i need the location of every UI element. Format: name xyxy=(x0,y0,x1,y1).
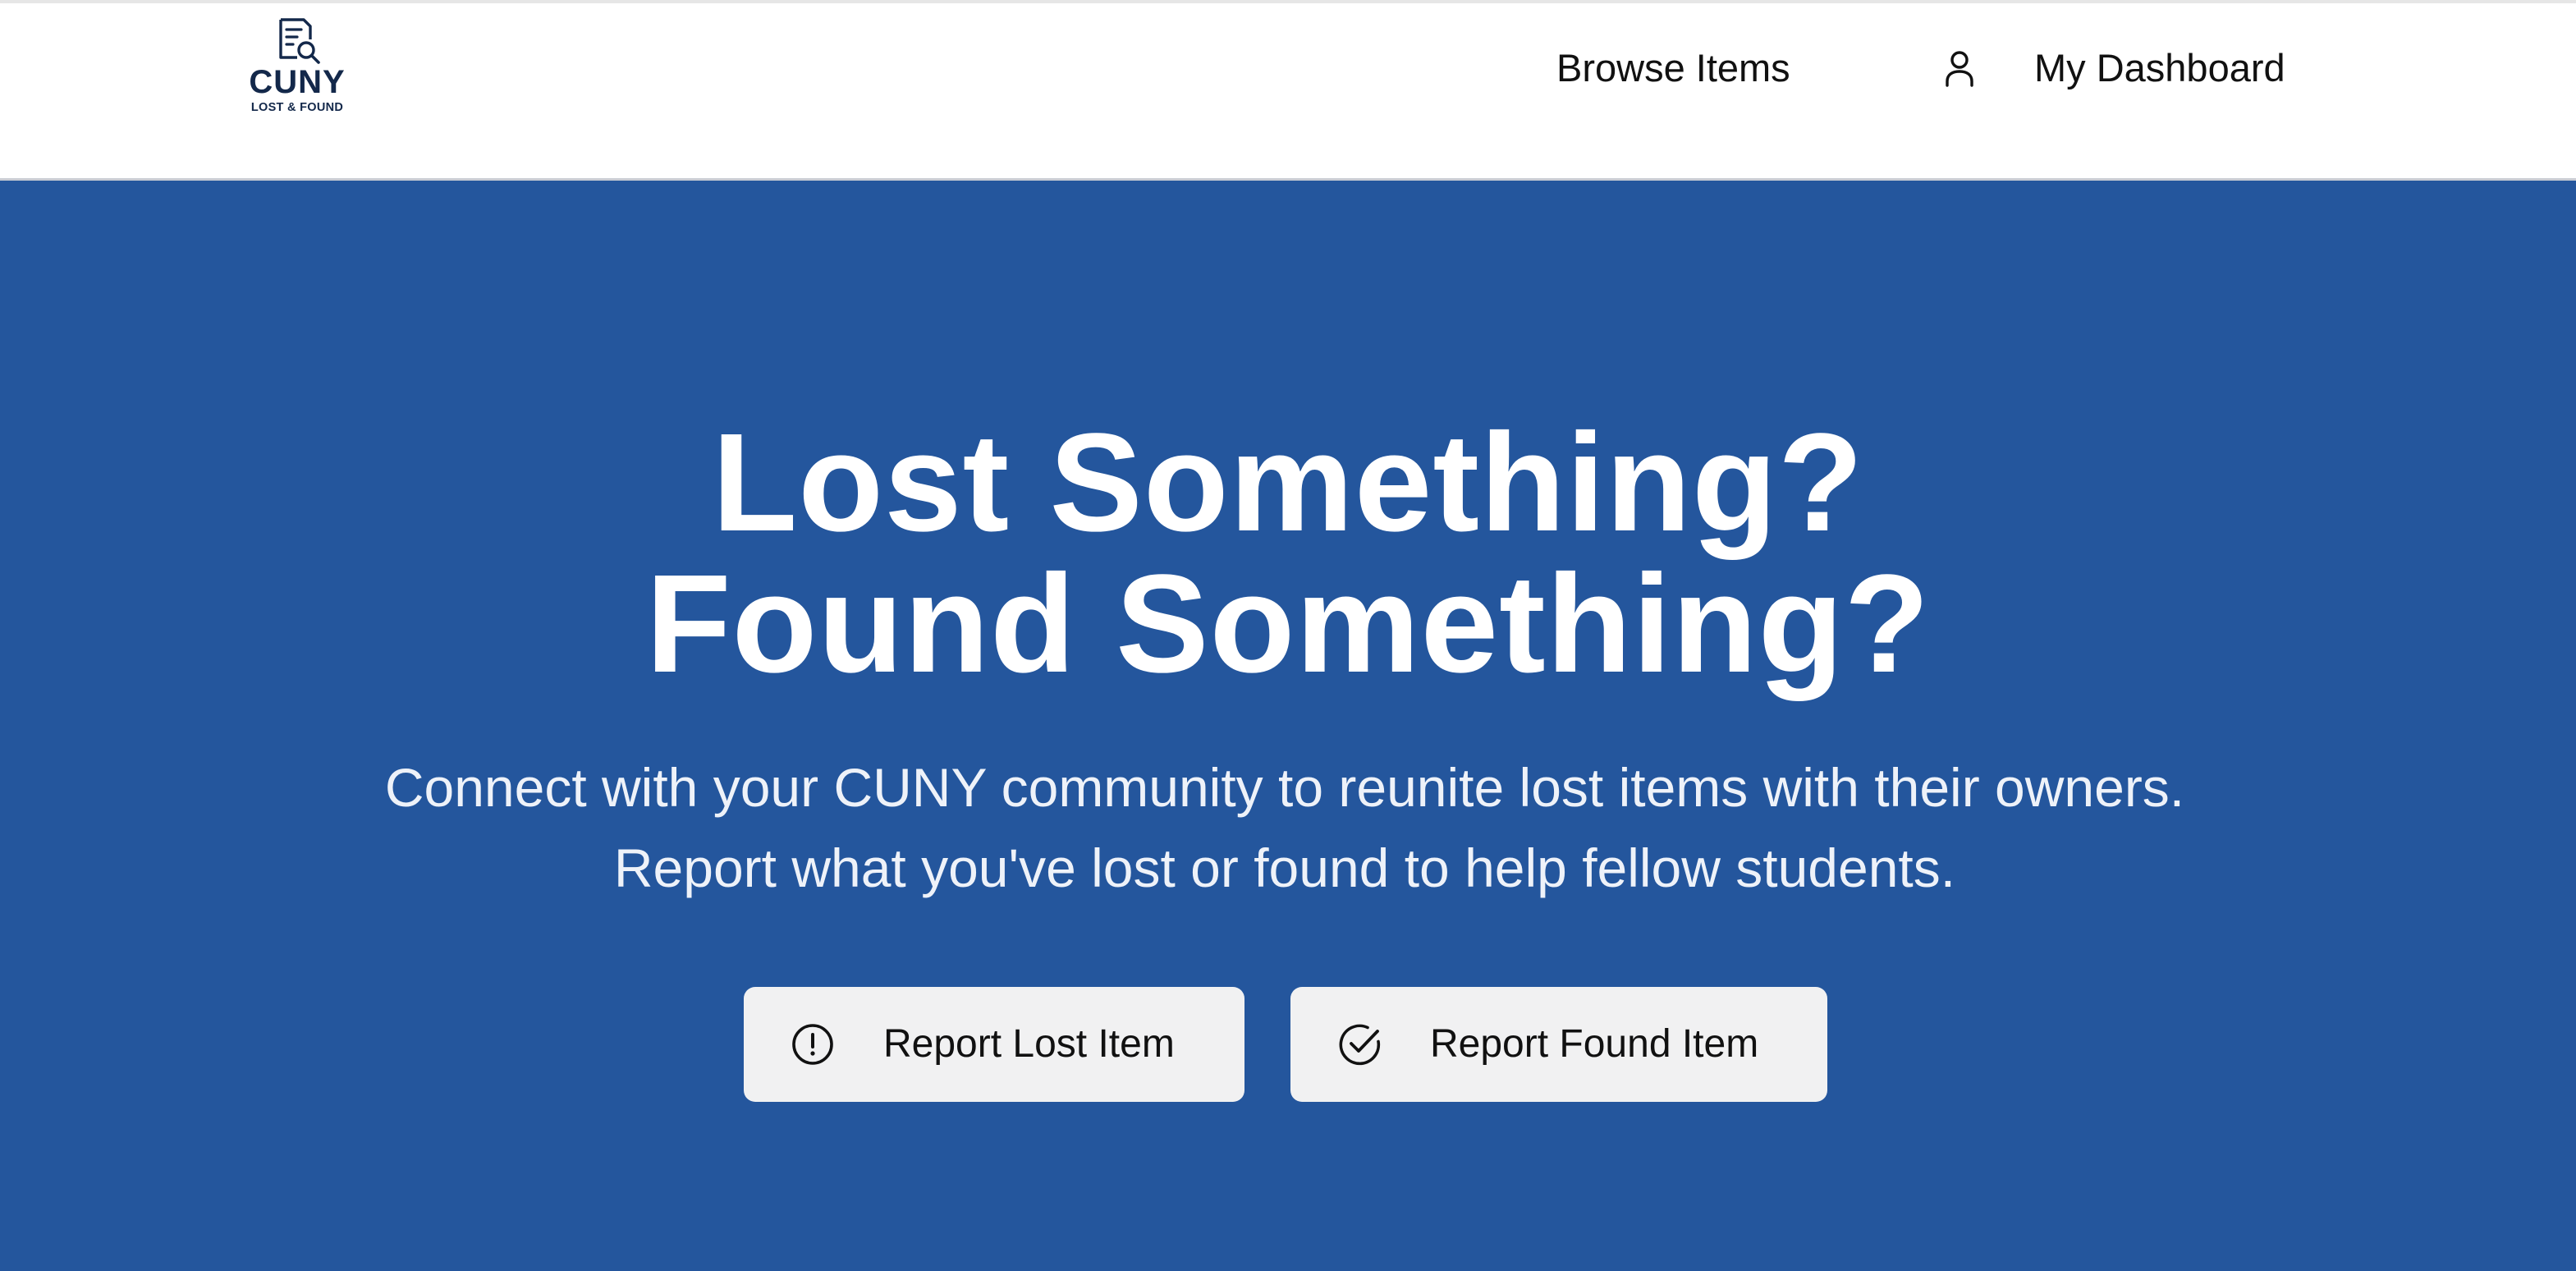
logo[interactable]: CUNY LOST & FOUND xyxy=(231,8,363,131)
alert-circle-icon xyxy=(792,1024,833,1065)
document-search-icon xyxy=(279,18,320,64)
report-lost-item-button[interactable]: Report Lost Item xyxy=(744,987,1244,1102)
report-found-item-button[interactable]: Report Found Item xyxy=(1290,987,1827,1102)
hero-title: Lost Something? Found Something? xyxy=(0,412,2576,695)
hero-title-line-2: Found Something? xyxy=(645,546,1931,702)
hero-subtitle: Connect with your CUNY community to reun… xyxy=(384,757,2185,898)
check-circle-icon xyxy=(1339,1024,1381,1066)
report-found-item-label: Report Found Item xyxy=(1430,1022,1759,1066)
report-lost-item-label: Report Lost Item xyxy=(883,1022,1175,1066)
hero-section: Lost Something? Found Something? Connect… xyxy=(0,181,2576,1271)
logo-title: CUNY xyxy=(249,64,346,100)
top-navbar: CUNY LOST & FOUND Browse Items My Dashbo… xyxy=(0,0,2576,181)
nav-browse-items[interactable]: Browse Items xyxy=(1556,39,1790,97)
user-icon xyxy=(1946,51,1973,87)
page: CUNY LOST & FOUND Browse Items My Dashbo… xyxy=(0,0,2576,1271)
nav-my-dashboard-label: My Dashboard xyxy=(2034,46,2285,89)
hero-title-line-1: Lost Something? xyxy=(712,405,1864,561)
logo-subtitle: LOST & FOUND xyxy=(250,101,344,114)
